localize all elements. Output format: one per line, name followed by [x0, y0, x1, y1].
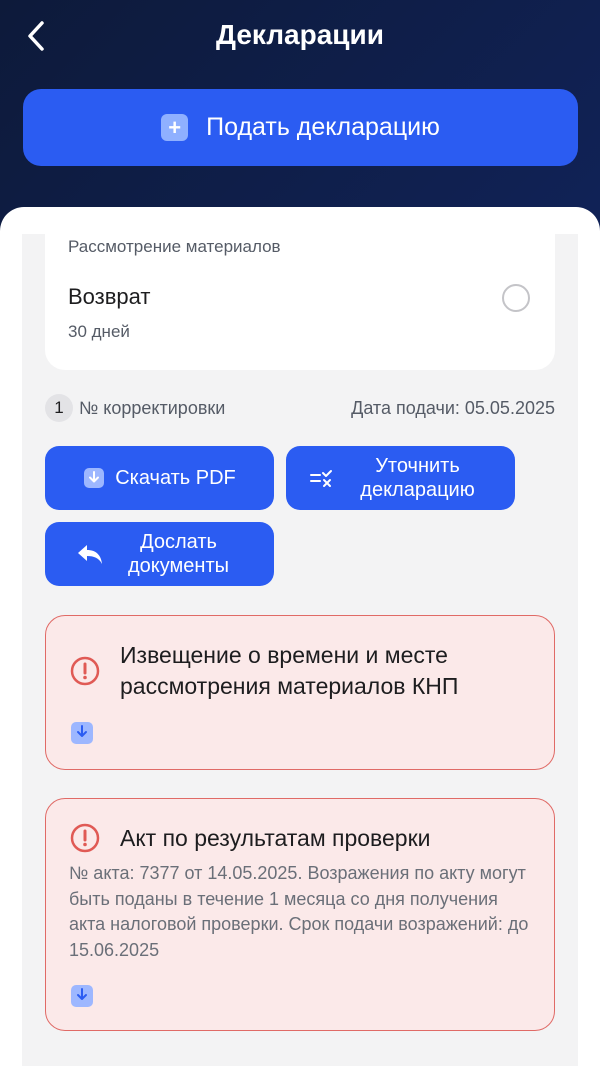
send-documents-button[interactable]: Дослать документы	[45, 522, 274, 586]
download-pdf-button[interactable]: Скачать PDF	[45, 446, 274, 510]
submission-date: Дата подачи: 05.05.2025	[351, 398, 555, 418]
clarify-declaration-label: Уточнить декларацию	[360, 455, 475, 501]
send-documents-label: Дослать документы	[128, 531, 229, 577]
declaration-panel: Рассмотрение материалов Возврат 30 дней …	[22, 234, 578, 1066]
status-caption: Рассмотрение материалов	[68, 237, 281, 256]
status-card: Рассмотрение материалов Возврат 30 дней	[45, 234, 555, 370]
header: Декларации + Подать декларацию	[0, 0, 600, 210]
alert-card: Извещение о времени и месте рассмотрения…	[45, 615, 555, 770]
correction-number-badge: 1	[45, 394, 73, 422]
status-title: Возврат	[68, 284, 151, 309]
clarify-declaration-button[interactable]: Уточнить декларацию	[286, 446, 515, 510]
status-radio[interactable]	[502, 284, 530, 312]
alert-title: Извещение о времени и месте рассмотрения…	[120, 642, 459, 699]
alert-title: Акт по результатам проверки	[120, 825, 431, 851]
warning-icon	[70, 656, 100, 686]
download-pdf-label: Скачать PDF	[115, 467, 236, 489]
submit-declaration-label: Подать декларацию	[206, 113, 440, 141]
page-title: Декларации	[216, 19, 384, 50]
warning-icon	[70, 823, 100, 853]
reply-icon	[76, 542, 104, 566]
submit-declaration-button[interactable]: + Подать декларацию	[23, 89, 578, 166]
alert-card: Акт по результатам проверки № акта: 7377…	[45, 798, 555, 1031]
download-icon[interactable]	[70, 721, 94, 745]
plus-square-icon: +	[161, 114, 189, 141]
download-icon[interactable]	[70, 984, 94, 1008]
correction-label: № корректировки	[79, 398, 226, 418]
content-sheet: Рассмотрение материалов Возврат 30 дней …	[0, 207, 600, 1066]
download-icon	[83, 467, 105, 489]
status-subtitle: 30 дней	[68, 322, 130, 341]
edit-list-icon	[309, 468, 333, 488]
alert-body: № акта: 7377 от 14.05.2025. Возражения п…	[69, 863, 529, 960]
